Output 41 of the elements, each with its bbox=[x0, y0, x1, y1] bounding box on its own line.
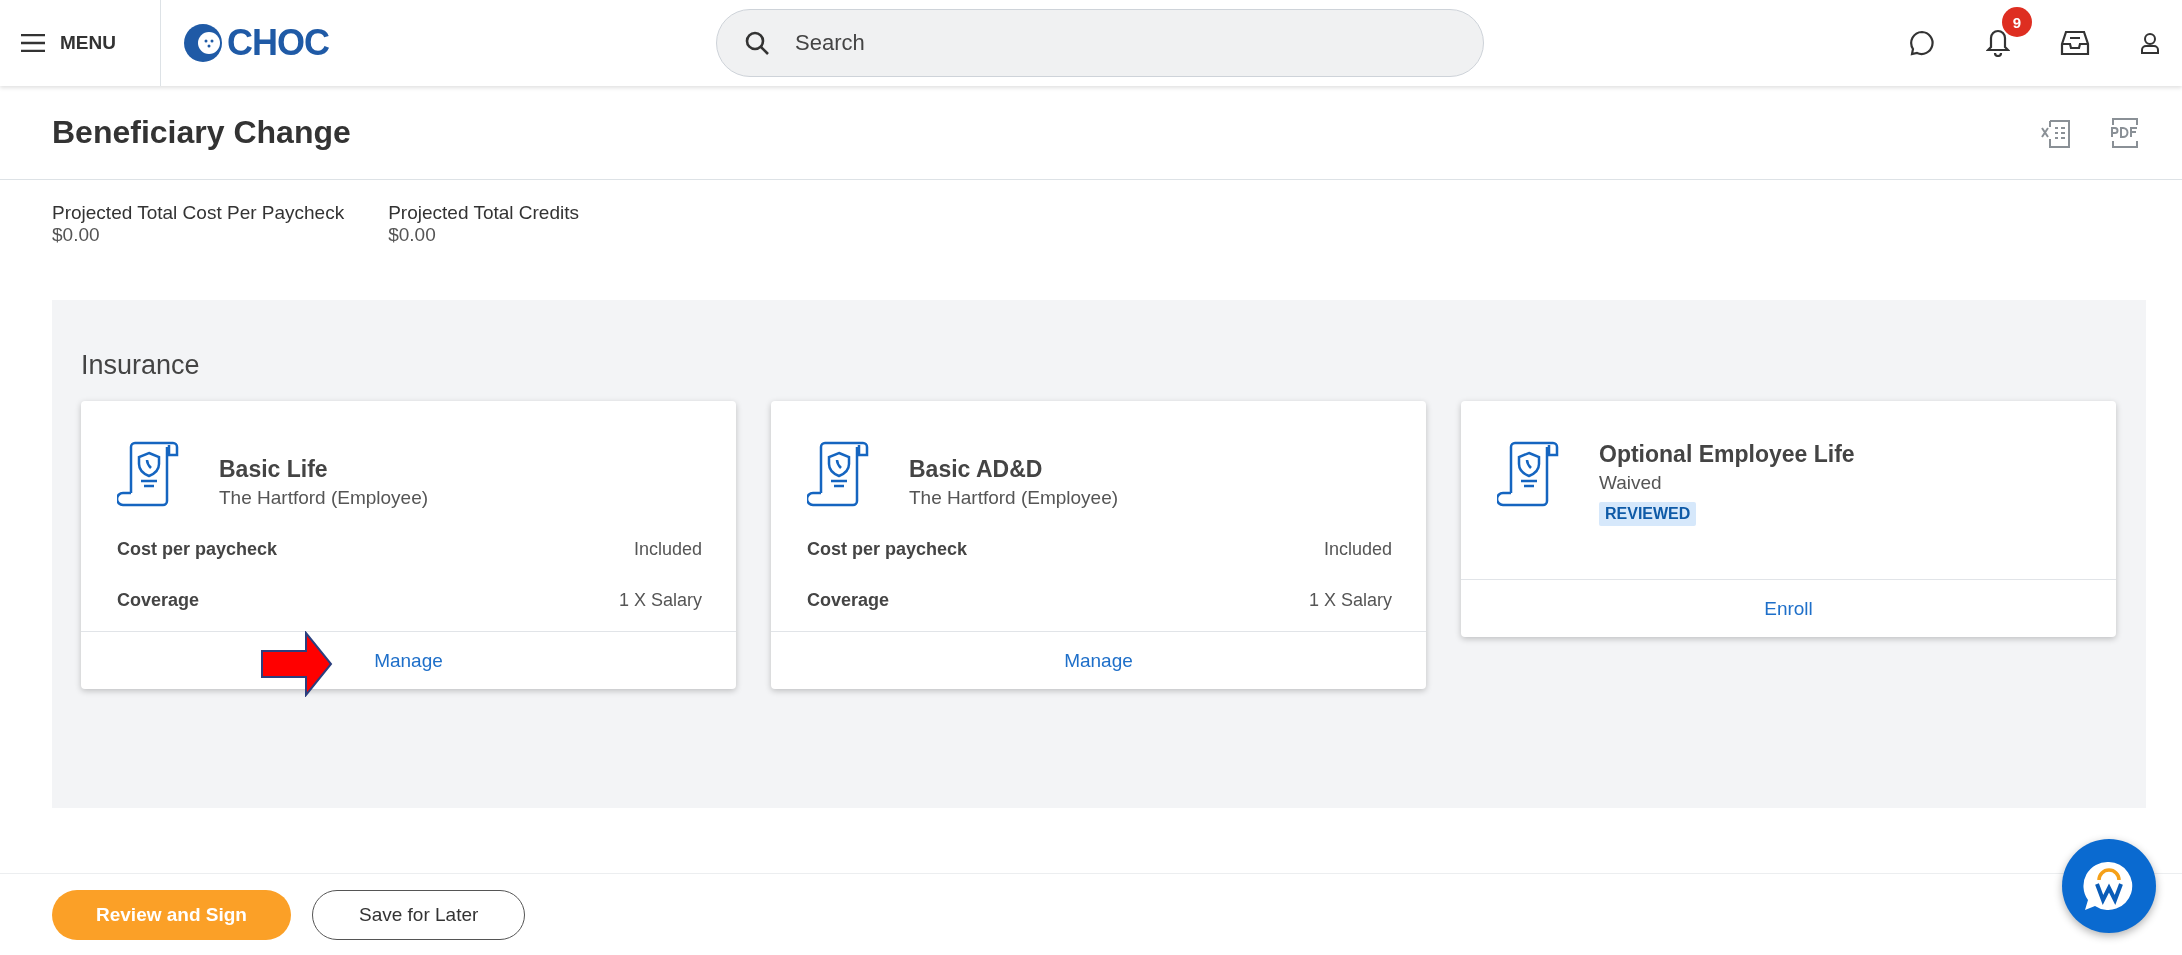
search-icon bbox=[744, 30, 770, 56]
assistant-chat-button[interactable] bbox=[2062, 839, 2156, 933]
notifications-icon[interactable] bbox=[1986, 29, 2010, 57]
user-icon[interactable] bbox=[2140, 32, 2160, 54]
detail-label: Cost per paycheck bbox=[807, 539, 968, 560]
benefit-title: Basic AD&D bbox=[909, 456, 1044, 483]
benefit-provider: Waived bbox=[1599, 472, 1663, 494]
menu-icon bbox=[20, 34, 46, 52]
summary-label: Projected Total Cost Per Paycheck bbox=[52, 202, 345, 224]
benefit-title: Basic Life bbox=[219, 456, 329, 483]
detail-value: Included bbox=[633, 539, 702, 560]
status-badge: REVIEWED bbox=[1599, 502, 1697, 526]
inbox-icon[interactable] bbox=[2060, 30, 2090, 56]
card-action-link[interactable]: Enroll bbox=[1764, 597, 1813, 620]
notification-count: 9 bbox=[2002, 7, 2032, 37]
search-field[interactable]: Search bbox=[716, 9, 1484, 77]
pdf-export-icon[interactable] bbox=[2110, 116, 2140, 149]
detail-label: Coverage bbox=[117, 590, 200, 611]
menu-button[interactable]: MENU bbox=[0, 0, 161, 86]
summary-label: Projected Total Credits bbox=[388, 202, 579, 224]
detail-value: 1 X Salary bbox=[618, 590, 702, 611]
section-title: Insurance bbox=[81, 350, 201, 381]
detail-value: 1 X Salary bbox=[1308, 590, 1392, 611]
benefit-provider: The Hartford (Employee) bbox=[219, 487, 429, 509]
page-title: Beneficiary Change bbox=[52, 114, 351, 151]
card-action-link[interactable]: Manage bbox=[374, 649, 443, 672]
logo-text: CHOC bbox=[227, 22, 329, 64]
chat-icon[interactable] bbox=[1908, 29, 1936, 57]
policy-scroll-icon bbox=[807, 441, 869, 507]
summary-value: $0.00 bbox=[52, 224, 101, 246]
policy-scroll-icon bbox=[1497, 441, 1559, 507]
bear-logo-icon bbox=[183, 23, 223, 63]
benefit-provider: The Hartford (Employee) bbox=[909, 487, 1119, 509]
detail-label: Coverage bbox=[807, 590, 890, 611]
save-button[interactable]: Save for Later bbox=[312, 889, 526, 940]
card-action-link[interactable]: Manage bbox=[1064, 649, 1133, 672]
detail-value: Included bbox=[1323, 539, 1392, 560]
benefit-title: Optional Employee Life bbox=[1599, 441, 1855, 468]
summary-value: $0.00 bbox=[388, 224, 437, 246]
detail-label: Cost per paycheck bbox=[117, 539, 278, 560]
policy-scroll-icon bbox=[117, 441, 179, 507]
